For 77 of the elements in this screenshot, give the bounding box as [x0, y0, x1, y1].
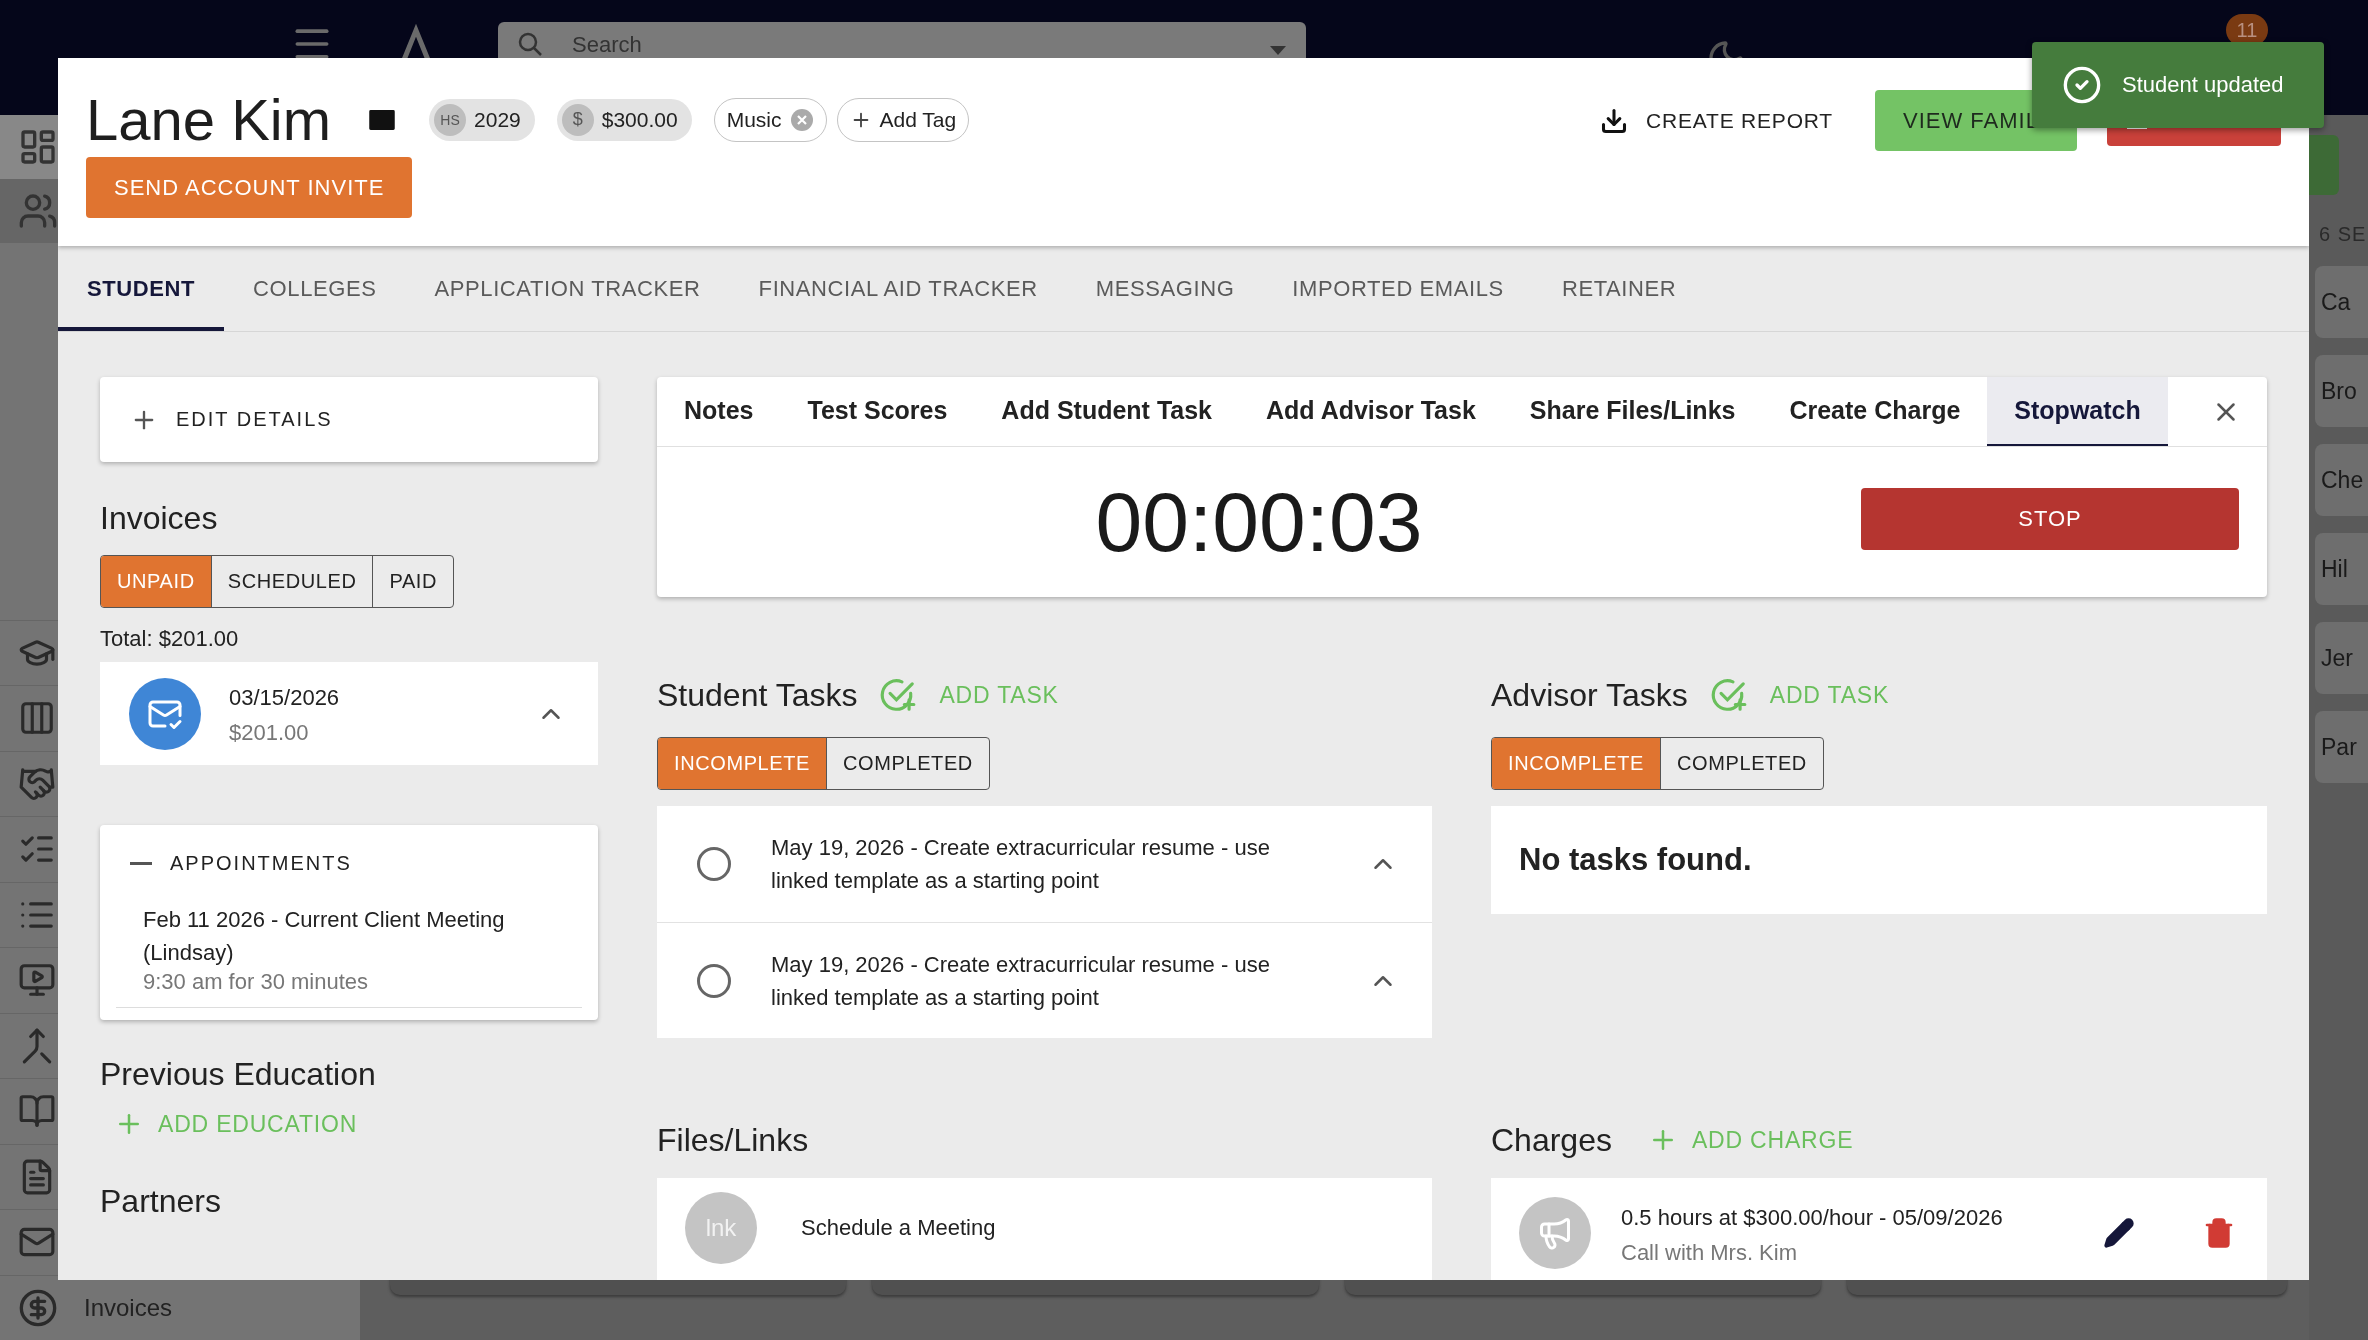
edit-details-button[interactable]: EDIT DETAILS: [100, 377, 598, 462]
chip-label: 2029: [474, 107, 521, 132]
action-tab[interactable]: Notes: [657, 377, 781, 446]
section-title: Student Tasks: [657, 676, 858, 714]
filter-tab[interactable]: SCHEDULED: [210, 556, 373, 607]
action-tab[interactable]: Create Charge: [1762, 377, 1988, 446]
page-tab[interactable]: APPLICATION TRACKER: [405, 246, 730, 331]
chip-label: $300.00: [601, 107, 678, 132]
card-background: [2309, 135, 2339, 195]
people-icon[interactable]: [18, 191, 58, 231]
charge-note: Call with Mrs. Kim: [1621, 1239, 1798, 1266]
send-invite-button[interactable]: SEND ACCOUNT INVITE: [86, 157, 413, 218]
page-tab[interactable]: STUDENT: [58, 246, 225, 331]
file-link[interactable]: Schedule a Meeting: [801, 1215, 996, 1241]
section-title: Charges: [1491, 1121, 1612, 1159]
charge-title: 0.5 hours at $300.00/hour - 05/09/2026: [1621, 1203, 2004, 1232]
remove-icon[interactable]: [789, 107, 814, 132]
section-title: Invoices: [100, 500, 219, 537]
page-tab[interactable]: MESSAGING: [1066, 246, 1264, 331]
appointments-toggle[interactable]: APPOINTMENTS: [116, 835, 366, 891]
section-title: Previous Education: [100, 1056, 377, 1093]
empty-message: No tasks found.: [1519, 842, 1752, 878]
chip-avatar: HS: [434, 103, 467, 136]
task-checkbox[interactable]: [697, 847, 731, 881]
filter-tab[interactable]: UNPAID: [101, 556, 211, 607]
check-plus-icon: [1709, 676, 1748, 714]
sidebar-item[interactable]: Invoices: [84, 1293, 173, 1322]
list-card[interactable]: Hil: [2315, 533, 2368, 605]
page-tab[interactable]: RETAINER: [1532, 246, 1706, 331]
check-icon: [2062, 65, 2102, 105]
action-tab[interactable]: Stopwatch: [1987, 377, 2168, 446]
filter-tab[interactable]: COMPLETED: [1660, 738, 1823, 789]
action-tab[interactable]: Add Student Task: [974, 377, 1240, 446]
dollar-icon: [18, 1287, 58, 1328]
list-card[interactable]: Par: [2315, 711, 2368, 783]
filter-tab[interactable]: INCOMPLETE: [1492, 738, 1661, 789]
minus-icon: [130, 861, 152, 865]
stopwatch-time: 00:00:03: [1094, 473, 1424, 571]
student-name: Lane Kim: [86, 86, 332, 153]
task-text: May 19, 2026 - Create extracurricular resume - use linked template as a starting point: [771, 950, 1271, 1012]
invoice-row[interactable]: 03/15/2026 $201.00: [100, 662, 598, 765]
check-plus-icon: [879, 676, 918, 714]
chip-avatar: $: [561, 103, 594, 136]
filter-tab[interactable]: PAID: [372, 556, 454, 607]
invoice-date: 03/15/2026: [229, 684, 341, 712]
task-text: May 19, 2026 - Create extracurricular resume - use linked template as a starting point: [771, 834, 1271, 895]
list-card[interactable]: Che: [2315, 444, 2368, 516]
invoice-amount: $201.00: [229, 720, 310, 746]
invoice-total: Total: $201.00: [100, 626, 240, 652]
task-checkbox[interactable]: [697, 963, 731, 998]
action-tab[interactable]: Test Scores: [780, 377, 975, 446]
dashboard-icon[interactable]: [18, 127, 58, 167]
filter-tab[interactable]: INCOMPLETE: [658, 738, 827, 789]
filter-tab[interactable]: COMPLETED: [826, 738, 989, 789]
add-tag-button[interactable]: Add Tag: [836, 97, 970, 142]
page-tab[interactable]: COLLEGES: [224, 246, 406, 331]
toast-message: Student updated: [2122, 72, 2284, 98]
section-title: Partners: [100, 1183, 222, 1220]
section-title: Advisor Tasks: [1491, 676, 1688, 714]
tag-label: Music: [726, 107, 782, 132]
search-placeholder: Search: [572, 32, 643, 58]
download-icon: [1600, 106, 1628, 135]
list-card[interactable]: Ca: [2315, 266, 2368, 338]
create-report-button[interactable]: CREATE REPORT: [1588, 90, 1845, 151]
action-tab[interactable]: Share Files/Links: [1502, 377, 1763, 446]
list-card[interactable]: Jer: [2315, 622, 2368, 694]
list-card[interactable]: Bro: [2315, 355, 2368, 427]
appointment-title: Feb 11 2026 - Current Client Meeting (Lindsay): [143, 906, 506, 967]
action-tab[interactable]: Add Advisor Task: [1239, 377, 1503, 446]
caret-icon: [1270, 46, 1286, 55]
search-icon: [518, 32, 542, 56]
stop-button[interactable]: STOP: [1861, 488, 2239, 550]
section-title: Files/Links: [657, 1121, 809, 1159]
page-tab[interactable]: IMPORTED EMAILS: [1263, 246, 1533, 331]
tag-chip[interactable]: Music: [713, 97, 827, 142]
appointment-time: 9:30 am for 30 minutes: [143, 969, 369, 995]
page-tab[interactable]: FINANCIAL AID TRACKER: [729, 246, 1067, 331]
